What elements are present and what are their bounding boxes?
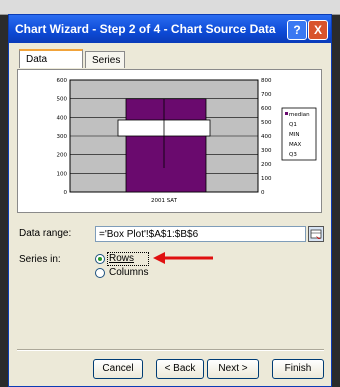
chart-preview: 600 500 400 300 200 100 0 800 700 600 50… <box>57 78 317 204</box>
back-button[interactable]: < Back <box>156 359 204 379</box>
spreadsheet-column-strip <box>0 0 340 15</box>
legend-item: MAX <box>289 142 302 148</box>
next-button[interactable]: Next > <box>207 359 259 379</box>
radio-selected-dot <box>98 257 102 261</box>
data-range-input[interactable]: ='Box Plot'!$A$1:$B$6 <box>95 226 306 242</box>
tab-series[interactable]: Series <box>85 51 125 68</box>
right-axis-tick: 200 <box>261 162 272 168</box>
collapse-dialog-button[interactable] <box>308 226 324 242</box>
left-axis-tick: 400 <box>57 115 68 121</box>
left-axis-tick: 200 <box>57 153 68 159</box>
help-button[interactable]: ? <box>287 20 307 40</box>
right-axis-tick: 500 <box>261 120 272 126</box>
button-divider <box>17 349 324 351</box>
right-axis-tick: 100 <box>261 176 272 182</box>
legend-swatch <box>285 112 288 115</box>
title-bar[interactable]: Chart Wizard - Step 2 of 4 - Chart Sourc… <box>9 15 331 43</box>
series-in-label: Series in: <box>19 254 61 265</box>
columns-radio[interactable] <box>95 268 105 278</box>
chart-wizard-dialog: Chart Wizard - Step 2 of 4 - Chart Sourc… <box>8 14 332 387</box>
left-axis-tick: 300 <box>57 134 68 140</box>
close-button[interactable]: X <box>308 20 328 40</box>
right-axis-tick: 400 <box>261 134 272 140</box>
dialog-title: Chart Wizard - Step 2 of 4 - Chart Sourc… <box>15 22 276 36</box>
right-axis-tick: 700 <box>261 92 272 98</box>
right-axis-tick: 600 <box>261 106 272 112</box>
left-axis-tick: 600 <box>57 78 68 84</box>
left-axis-tick: 100 <box>57 171 68 177</box>
tab-data-range[interactable]: Data Range <box>19 49 83 82</box>
right-axis-tick: 300 <box>261 148 272 154</box>
data-range-label: Data range: <box>19 228 72 239</box>
legend-item: MIN <box>289 132 299 138</box>
annotation-arrow <box>153 252 213 264</box>
finish-button[interactable]: Finish <box>272 359 324 379</box>
legend-item: median <box>289 112 310 118</box>
columns-option-label[interactable]: Columns <box>109 267 148 278</box>
series-bar <box>125 98 207 193</box>
chart-preview-panel: 600 500 400 300 200 100 0 800 700 600 50… <box>17 69 322 213</box>
legend-item: Q3 <box>289 152 297 158</box>
category-label: 2001 SAT <box>151 198 178 204</box>
legend-item: Q1 <box>289 122 297 128</box>
cancel-button[interactable]: Cancel <box>93 359 143 379</box>
right-axis-tick: 0 <box>261 190 265 196</box>
rows-option-label[interactable]: Rows <box>109 253 134 264</box>
left-axis-tick: 500 <box>57 97 68 103</box>
rows-radio[interactable] <box>95 254 105 264</box>
range-select-icon <box>310 229 322 239</box>
right-axis-tick: 800 <box>261 78 272 84</box>
left-axis-tick: 0 <box>64 190 68 196</box>
